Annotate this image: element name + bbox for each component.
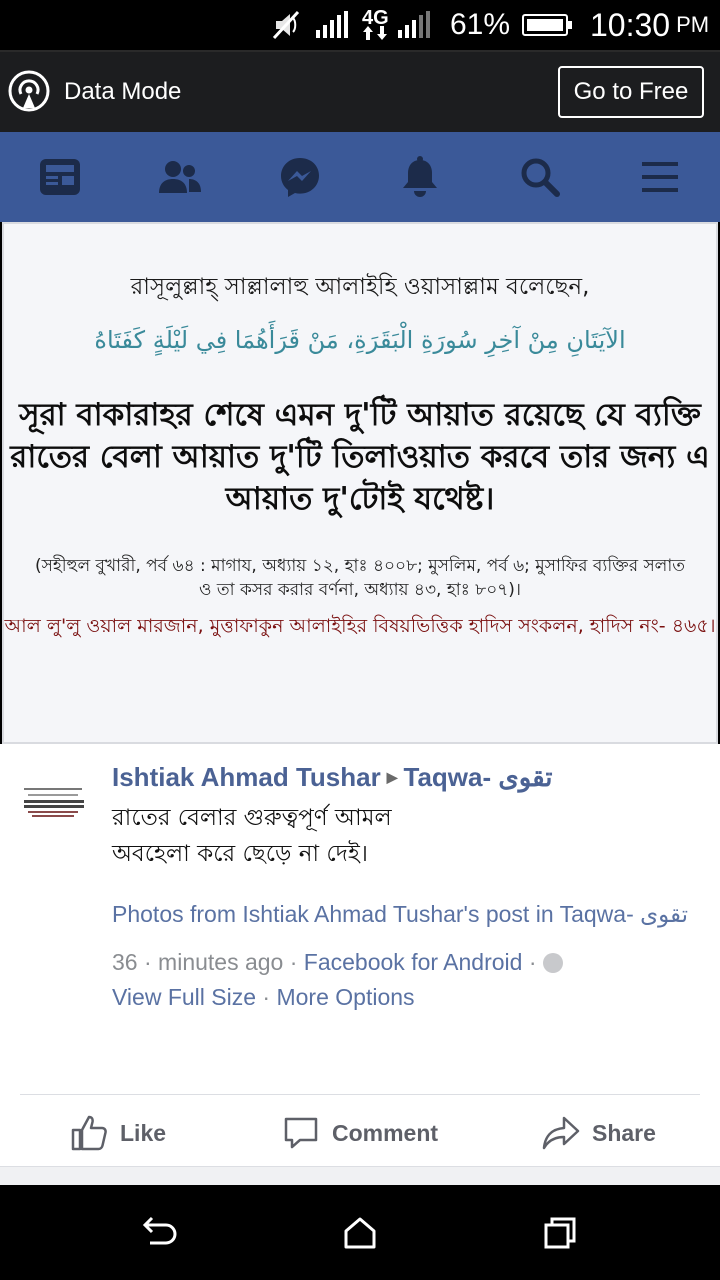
- hadith-source: আল লু'লু ওয়াল মারজান, মুত্তাফাকুন আলাইহ…: [4, 615, 716, 637]
- globe-icon: [542, 953, 563, 973]
- recents-icon[interactable]: [540, 1213, 580, 1253]
- like-label: Like: [120, 1119, 167, 1146]
- notifications-bell-icon[interactable]: [398, 155, 442, 199]
- post-meta: Photos from Ishtiak Ahmad Tushar's post …: [112, 890, 692, 986]
- clock: 10:30 PM: [590, 0, 709, 50]
- go-to-free-button[interactable]: Go to Free: [558, 66, 704, 118]
- post-message-line2: অবহেলা করে ছেড়ে না দেই।: [112, 841, 369, 867]
- comment-bubble-icon: [284, 1117, 318, 1149]
- post-photo[interactable]: রাসূলুল্লাহ্ সাল্লালাহু আলাইহি ওয়াসাল্ল…: [2, 222, 718, 744]
- network-type: 4G: [362, 0, 389, 50]
- more-options-link[interactable]: More Options: [276, 984, 414, 1010]
- app-separator: ·: [522, 949, 543, 975]
- news-feed-icon[interactable]: [38, 155, 82, 199]
- app-link[interactable]: Facebook for Android: [304, 949, 523, 975]
- post-message-line1: রাতের বেলার গুরুত্বপূর্ণ আমল: [112, 805, 392, 831]
- share-arrow-icon: [542, 1116, 580, 1150]
- search-icon[interactable]: [518, 155, 562, 199]
- group-name[interactable]: Taqwa- تقوى: [404, 762, 553, 792]
- like-button[interactable]: Like: [70, 1108, 166, 1158]
- status-bar: 4G 61% 10:30 PM: [0, 0, 720, 50]
- clock-time: 10:30: [590, 6, 671, 43]
- clock-ampm: PM: [676, 12, 710, 37]
- broadcast-icon: [8, 70, 50, 112]
- card-bottom-strip: [0, 1166, 720, 1185]
- data-arrows-icon: [363, 26, 388, 40]
- data-mode-bar: Data Mode Go to Free: [0, 52, 720, 132]
- hadith-intro: রাসূলুল্লাহ্ সাল্লালাহু আলাইহি ওয়াসাল্ল…: [130, 274, 590, 300]
- battery-icon: [522, 0, 574, 50]
- actions-divider: [20, 1094, 700, 1095]
- share-label: Share: [592, 1119, 656, 1146]
- home-icon[interactable]: [340, 1213, 380, 1253]
- hadith-main-text: সূরা বাকারাহর শেষে এমন দু'টি আয়াত রয়েছ…: [10, 397, 710, 517]
- mute-icon: [270, 0, 304, 50]
- hadith-reference: (সহীহুল বুখারী, পর্ব ৬৪ : মাগায, অধ্যায়…: [34, 556, 686, 600]
- post-message: রাতের বেলার গুরুত্বপূর্ণ আমল অবহেলা করে …: [112, 800, 392, 872]
- comment-button[interactable]: Comment: [282, 1108, 438, 1158]
- thumbs-up-icon: [71, 1115, 107, 1151]
- author-name[interactable]: Ishtiak Ahmad Tushar: [112, 762, 381, 792]
- share-button[interactable]: Share: [542, 1108, 656, 1158]
- post-options: View Full Size · More Options: [112, 984, 415, 1011]
- options-separator: ·: [256, 984, 277, 1010]
- post-header: Ishtiak Ahmad Tushar ▶ Taqwa- تقوى: [112, 762, 553, 793]
- hadith-arabic: الآيَتَانِ مِنْ آخِرِ سُورَةِ الْبَقَرَة…: [94, 326, 626, 354]
- friends-icon[interactable]: [158, 155, 202, 199]
- post-card: Ishtiak Ahmad Tushar ▶ Taqwa- تقوى রাতের ব…: [0, 744, 720, 1185]
- post-time: · 36 minutes ago ·: [112, 949, 304, 975]
- signal-icon: [314, 0, 354, 50]
- data-mode-label: Data Mode: [64, 78, 182, 105]
- post-thumbnail[interactable]: [18, 784, 88, 820]
- android-nav-bar: [0, 1185, 720, 1280]
- facebook-nav-bar: [0, 132, 720, 222]
- back-icon[interactable]: [140, 1213, 180, 1253]
- photos-link[interactable]: Photos from Ishtiak Ahmad Tushar's post …: [112, 901, 688, 927]
- arrow-right-icon: ▶: [386, 769, 398, 785]
- view-full-size-link[interactable]: View Full Size: [112, 984, 256, 1010]
- battery-percent: 61%: [450, 8, 511, 41]
- signal-icon-2: [396, 0, 436, 50]
- messenger-icon[interactable]: [278, 155, 322, 199]
- comment-label: Comment: [332, 1119, 439, 1146]
- menu-icon[interactable]: [638, 155, 682, 199]
